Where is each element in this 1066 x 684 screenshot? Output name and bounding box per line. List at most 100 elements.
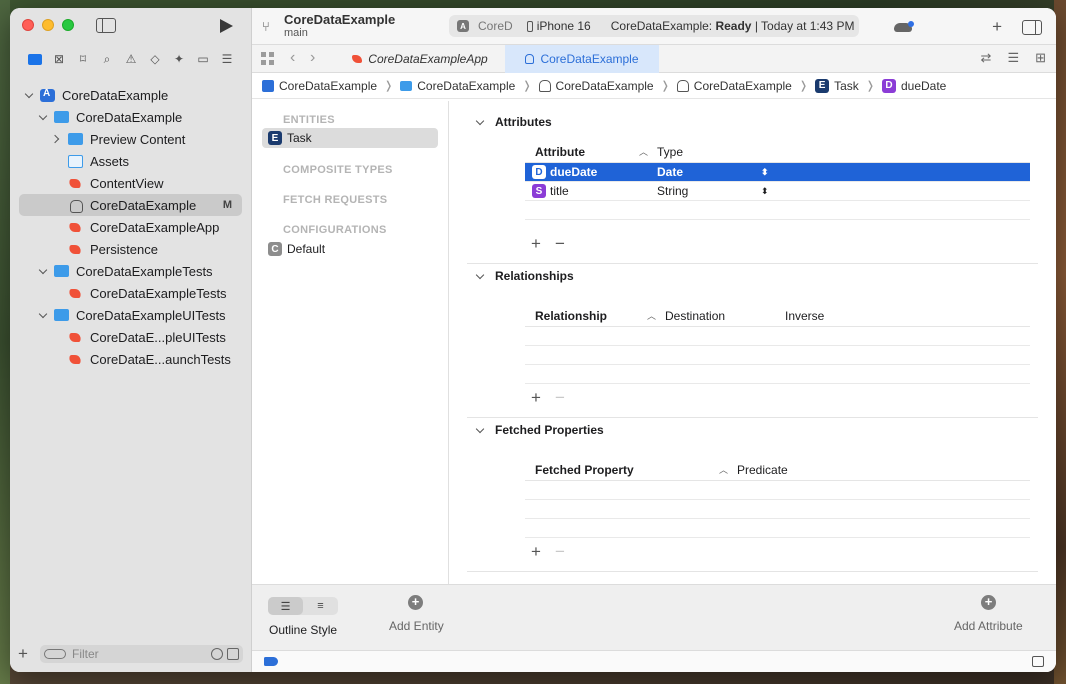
collapse-chevron-icon[interactable] [475, 271, 485, 281]
attribute-name[interactable]: dueDate [550, 165, 597, 179]
add-relationship-plus-button[interactable]: + [531, 388, 541, 408]
add-attribute-button[interactable]: Add Attribute [954, 619, 1023, 633]
remove-relationship-button[interactable]: − [555, 388, 565, 408]
tree-item-file[interactable]: Assets [10, 150, 251, 172]
folder-icon [54, 309, 69, 321]
breadcrumb-item[interactable]: CoreDataExample ❭ [262, 79, 400, 93]
source-control-filter-icon[interactable] [227, 648, 239, 660]
column-header-inverse[interactable]: Inverse [785, 309, 824, 323]
xcode-cloud-icon[interactable] [894, 20, 915, 32]
tab-coredataexample[interactable]: CoreDataExample [505, 45, 659, 73]
tree-item-folder[interactable]: CoreDataExampleUITests [10, 304, 251, 326]
breakpoint-navigator-icon[interactable]: ▭ [196, 52, 210, 66]
minimize-window-button[interactable] [42, 19, 54, 31]
fetched-properties-section-header[interactable]: Fetched Properties [475, 423, 604, 437]
table-style-icon[interactable]: ☰ [268, 597, 303, 615]
collapse-chevron-icon[interactable] [475, 425, 485, 435]
column-header-relationship[interactable]: Relationship [535, 309, 607, 323]
disclosure-chevron-icon[interactable] [24, 90, 34, 100]
column-header-destination[interactable]: Destination [665, 309, 725, 323]
tree-item-label: CoreDataExample [76, 109, 183, 125]
report-navigator-icon[interactable]: ☰ [220, 52, 234, 66]
library-add-icon[interactable]: + [992, 17, 1002, 37]
close-window-button[interactable] [22, 19, 34, 31]
tab-coredataexampleapp[interactable]: CoreDataExampleApp [335, 45, 505, 73]
split-editor-icon[interactable]: ⊞ [1035, 50, 1046, 66]
column-header-predicate[interactable]: Predicate [737, 463, 788, 477]
tree-item-project[interactable]: CoreDataExample [10, 84, 251, 106]
tree-item-file[interactable]: CoreDataExampleTests [10, 282, 251, 304]
toggle-debug-area-icon[interactable] [1032, 656, 1044, 667]
editor-options-icon[interactable]: ☰ [1007, 50, 1019, 66]
attribute-row[interactable]: S title String ⬍ [525, 182, 1030, 201]
attributes-section-header[interactable]: Attributes [475, 115, 552, 129]
tree-item-file-selected[interactable]: CoreDataExample M [19, 194, 242, 216]
disclosure-chevron-icon[interactable] [38, 310, 48, 320]
find-navigator-icon[interactable]: ⌕ [100, 52, 114, 66]
scheme-selector[interactable]: CoreD [478, 19, 513, 33]
related-items-icon[interactable] [261, 52, 274, 65]
add-entity-button[interactable]: Add Entity [389, 619, 444, 633]
column-header-attribute[interactable]: Attribute [535, 145, 585, 159]
data-model-icon [68, 199, 83, 213]
tree-item-folder[interactable]: CoreDataExampleTests [10, 260, 251, 282]
attribute-row[interactable]: D dueDate Date ⬍ [525, 163, 1030, 182]
disclosure-chevron-icon[interactable] [38, 266, 48, 276]
zoom-window-button[interactable] [62, 19, 74, 31]
sort-ascending-icon[interactable]: ︿ [639, 145, 648, 158]
run-icon[interactable] [220, 19, 233, 33]
remove-attribute-button[interactable]: − [555, 234, 565, 254]
attribute-type-select[interactable]: String [657, 184, 688, 198]
sort-ascending-icon[interactable]: ︿ [719, 463, 728, 476]
remove-fetched-property-button[interactable]: − [555, 542, 565, 562]
breakpoints-tag-icon[interactable] [264, 657, 278, 666]
filter-field[interactable]: Filter [40, 645, 243, 663]
tree-item-file[interactable]: Persistence [10, 238, 251, 260]
popup-stepper-icon[interactable]: ⬍ [761, 167, 769, 178]
disclosure-chevron-icon[interactable] [52, 134, 62, 144]
forward-arrow-icon[interactable]: › [310, 49, 315, 67]
breadcrumb-item[interactable]: CoreDataExample ❭ [538, 79, 677, 93]
run-destination[interactable]: iPhone 16 [537, 19, 591, 33]
tree-item-folder[interactable]: CoreDataExample [10, 106, 251, 128]
disclosure-chevron-icon[interactable] [38, 112, 48, 122]
column-header-fetched-property[interactable]: Fetched Property [535, 463, 634, 477]
entity-item-task[interactable]: E Task [262, 128, 438, 148]
attribute-name[interactable]: title [550, 184, 569, 198]
popup-stepper-icon[interactable]: ⬍ [761, 186, 769, 197]
breadcrumb-item[interactable]: CoreDataExample ❭ [400, 79, 538, 93]
toggle-inspector-icon[interactable] [1022, 19, 1042, 35]
tree-item-file[interactable]: CoreDataExampleApp [10, 216, 251, 238]
sort-ascending-icon[interactable]: ︿ [647, 309, 656, 322]
attribute-type-select[interactable]: Date [657, 165, 683, 179]
graph-style-icon[interactable]: ≡ [303, 597, 338, 615]
add-attribute-plus-button[interactable]: + [531, 234, 541, 254]
breadcrumb-item[interactable]: DdueDate [881, 78, 946, 93]
issue-navigator-icon[interactable]: ⚠ [124, 52, 138, 66]
debug-navigator-icon[interactable]: ✦ [172, 52, 186, 66]
filter-options-icon[interactable] [44, 649, 66, 659]
back-arrow-icon[interactable]: ‹ [290, 49, 295, 67]
add-file-button[interactable]: + [18, 644, 36, 664]
relationships-section-header[interactable]: Relationships [475, 269, 574, 283]
tree-item-folder[interactable]: Preview Content [10, 128, 251, 150]
bookmark-navigator-icon[interactable]: ⌑ [76, 52, 90, 66]
tree-item-file[interactable]: CoreDataE...aunchTests [10, 348, 251, 370]
configuration-item-default[interactable]: C Default [262, 239, 438, 259]
tree-item-file[interactable]: CoreDataE...pleUITests [10, 326, 251, 348]
fetched-properties-table: Fetched Property ︿ Predicate [525, 459, 1030, 538]
column-header-type[interactable]: Type [657, 145, 683, 159]
project-navigator-icon[interactable] [28, 53, 42, 65]
source-control-navigator-icon[interactable]: ⊠ [52, 52, 66, 66]
tree-item-file[interactable]: ContentView [10, 172, 251, 194]
swap-arrows-icon[interactable]: ⇄ [981, 50, 992, 66]
recent-files-icon[interactable] [211, 648, 223, 660]
test-navigator-icon[interactable]: ◇ [148, 52, 162, 66]
add-entity-icon[interactable]: + [408, 595, 423, 610]
breadcrumb-item[interactable]: E Task ❭ [815, 78, 882, 93]
breadcrumb-item[interactable]: CoreDataExample ❭ [676, 79, 815, 93]
collapse-chevron-icon[interactable] [475, 117, 485, 127]
add-attribute-icon[interactable]: + [981, 595, 996, 610]
add-fetched-property-plus-button[interactable]: + [531, 542, 541, 562]
toggle-sidebar-icon[interactable] [96, 18, 116, 33]
